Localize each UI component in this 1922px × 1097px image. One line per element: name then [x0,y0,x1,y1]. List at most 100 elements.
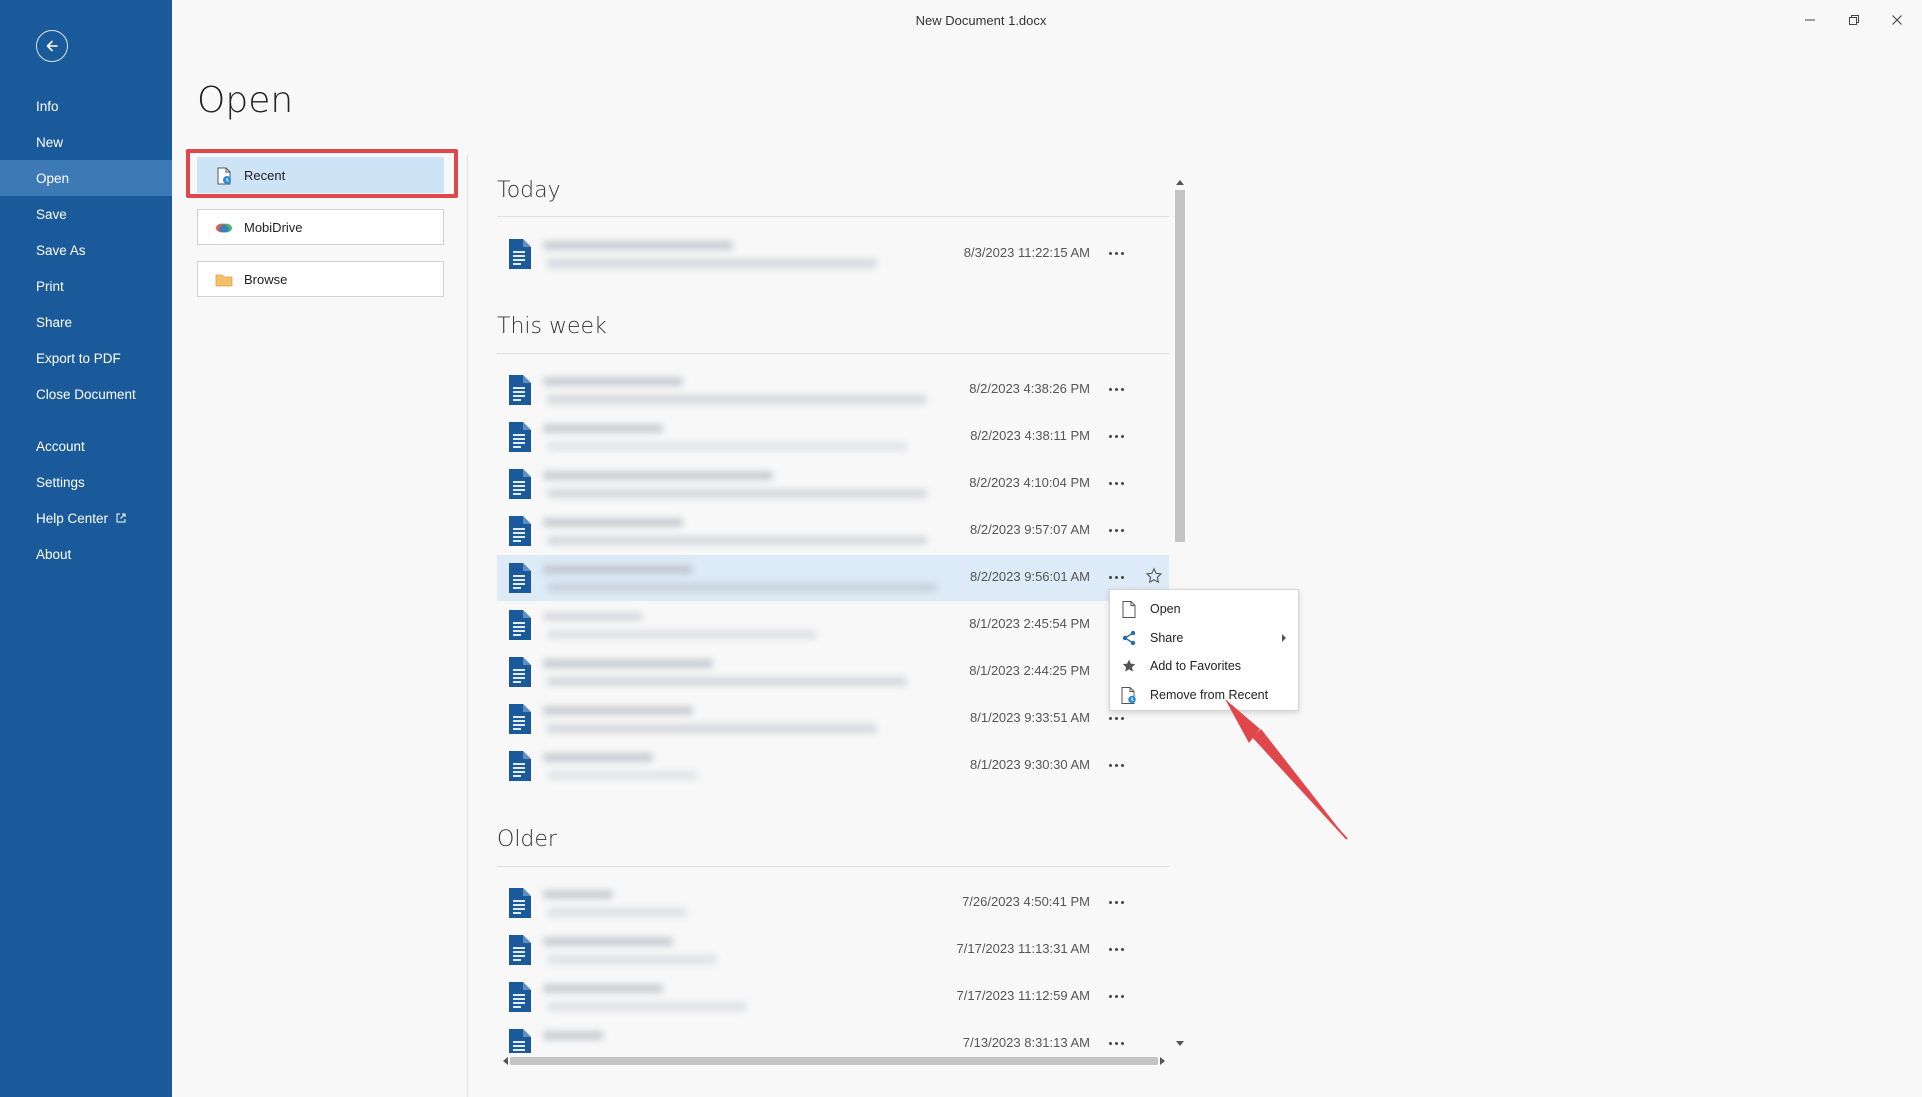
nav-share[interactable]: Share [0,304,172,340]
file-date: 8/2/2023 4:10:04 PM [969,475,1090,490]
more-options-button[interactable] [1104,939,1128,959]
section-divider [497,866,1169,867]
backstage-sidebar: Info New Open Save Save As Print Share E… [0,0,172,1097]
nav-account[interactable]: Account [0,428,172,464]
annotation-arrow [1225,699,1348,840]
nav-help-center[interactable]: Help Center [0,500,172,536]
file-date: 7/26/2023 4:50:41 PM [962,894,1090,909]
restore-button[interactable] [1839,8,1869,32]
favorite-star-button[interactable] [1145,567,1163,590]
nav-settings[interactable]: Settings [0,464,172,500]
menu-item-add-favorites[interactable]: Add to Favorites [1110,652,1298,680]
document-file-icon [509,422,531,452]
more-options-button[interactable] [1104,755,1128,775]
section-heading-this-week: This week [497,314,607,339]
file-row[interactable]: 7/13/2023 8:31:13 AM [497,1021,1169,1053]
scroll-left-arrow-icon[interactable] [502,1057,508,1065]
document-file-icon [509,888,531,918]
file-row[interactable]: 8/3/2023 11:22:15 AM [497,231,1169,277]
minimize-button[interactable] [1795,8,1825,32]
file-date: 7/13/2023 8:31:13 AM [962,1035,1090,1050]
file-date: 8/2/2023 4:38:26 PM [969,381,1090,396]
file-row[interactable]: 8/1/2023 9:30:30 AM [497,743,1169,789]
file-date: 8/2/2023 9:57:07 AM [970,522,1090,537]
context-menu: Open Share Add to Favorites Remove from … [1109,589,1299,711]
location-mobidrive[interactable]: MobiDrive [197,209,444,245]
nav-print[interactable]: Print [0,268,172,304]
document-file-icon [509,610,531,640]
page-title: Open [197,80,294,121]
scroll-up-arrow-icon[interactable] [1176,179,1184,185]
file-row[interactable]: 8/2/2023 4:38:11 PM [497,414,1169,460]
document-file-icon [509,469,531,499]
more-options-button[interactable] [1104,892,1128,912]
menu-item-open[interactable]: Open [1110,595,1298,623]
more-options-button[interactable] [1104,986,1128,1006]
more-options-button[interactable] [1104,520,1128,540]
document-file-icon [509,375,531,405]
horizontal-scroll-thumb[interactable] [510,1057,1158,1065]
nav-save[interactable]: Save [0,196,172,232]
file-date: 8/2/2023 9:56:01 AM [970,569,1090,584]
document-file-icon [509,751,531,781]
document-file-icon [509,563,531,593]
scroll-right-arrow-icon[interactable] [1160,1057,1166,1065]
file-date: 8/1/2023 9:33:51 AM [970,710,1090,725]
close-icon [1892,15,1902,25]
document-file-icon [509,704,531,734]
restore-icon [1849,15,1859,25]
file-date: 7/17/2023 11:13:31 AM [956,941,1090,956]
nav-info[interactable]: Info [0,88,172,124]
more-options-button[interactable] [1104,473,1128,493]
more-options-button[interactable] [1104,708,1128,728]
location-browse[interactable]: Browse [197,261,444,297]
document-file-icon [509,935,531,965]
file-row[interactable]: 8/1/2023 2:45:54 PM [497,602,1169,648]
nav-new[interactable]: New [0,124,172,160]
submenu-arrow-icon [1282,634,1286,642]
mobidrive-icon [214,218,234,238]
file-row-selected[interactable]: 8/2/2023 9:56:01 AM [497,555,1169,601]
external-link-icon [116,513,126,523]
minimize-icon [1805,19,1815,21]
file-date: 8/3/2023 11:22:15 AM [963,245,1090,260]
folder-icon [214,270,234,290]
close-window-button[interactable] [1882,8,1912,32]
back-button[interactable] [36,30,68,62]
file-row[interactable]: 8/2/2023 4:10:04 PM [497,461,1169,507]
nav-save-as[interactable]: Save As [0,232,172,268]
section-heading-older: Older [497,827,557,852]
nav-open[interactable]: Open [0,160,172,196]
more-options-button[interactable] [1104,426,1128,446]
section-divider [497,353,1169,354]
file-row[interactable]: 8/2/2023 4:38:26 PM [497,367,1169,413]
file-date: 8/1/2023 9:30:30 AM [970,757,1090,772]
file-date: 7/17/2023 11:12:59 AM [956,988,1090,1003]
panel-divider [467,155,468,1097]
document-file-icon [509,239,531,269]
nav-about[interactable]: About [0,536,172,572]
file-row[interactable]: 7/26/2023 4:50:41 PM [497,880,1169,926]
more-options-button[interactable] [1104,567,1128,587]
star-outline-icon [1145,567,1163,584]
file-date: 8/1/2023 2:44:25 PM [969,663,1090,678]
scroll-down-arrow-icon[interactable] [1176,1041,1184,1047]
file-row[interactable]: 7/17/2023 11:13:31 AM [497,927,1169,973]
vertical-scroll-thumb[interactable] [1175,190,1185,542]
annotation-highlight [186,149,458,198]
share-icon [1120,629,1138,647]
section-divider [497,216,1169,217]
nav-close-document[interactable]: Close Document [0,376,172,412]
more-options-button[interactable] [1104,1033,1128,1053]
document-file-icon [509,657,531,687]
file-row[interactable]: 7/17/2023 11:12:59 AM [497,974,1169,1020]
file-row[interactable]: 8/2/2023 9:57:07 AM [497,508,1169,554]
file-row[interactable]: 8/1/2023 9:33:51 AM [497,696,1169,742]
window-title: New Document 1.docx [915,13,1047,28]
document-file-icon [509,516,531,546]
menu-item-share[interactable]: Share [1110,624,1298,652]
nav-export-pdf[interactable]: Export to PDF [0,340,172,376]
file-row[interactable]: 8/1/2023 2:44:25 PM [497,649,1169,695]
more-options-button[interactable] [1104,243,1128,263]
more-options-button[interactable] [1104,379,1128,399]
